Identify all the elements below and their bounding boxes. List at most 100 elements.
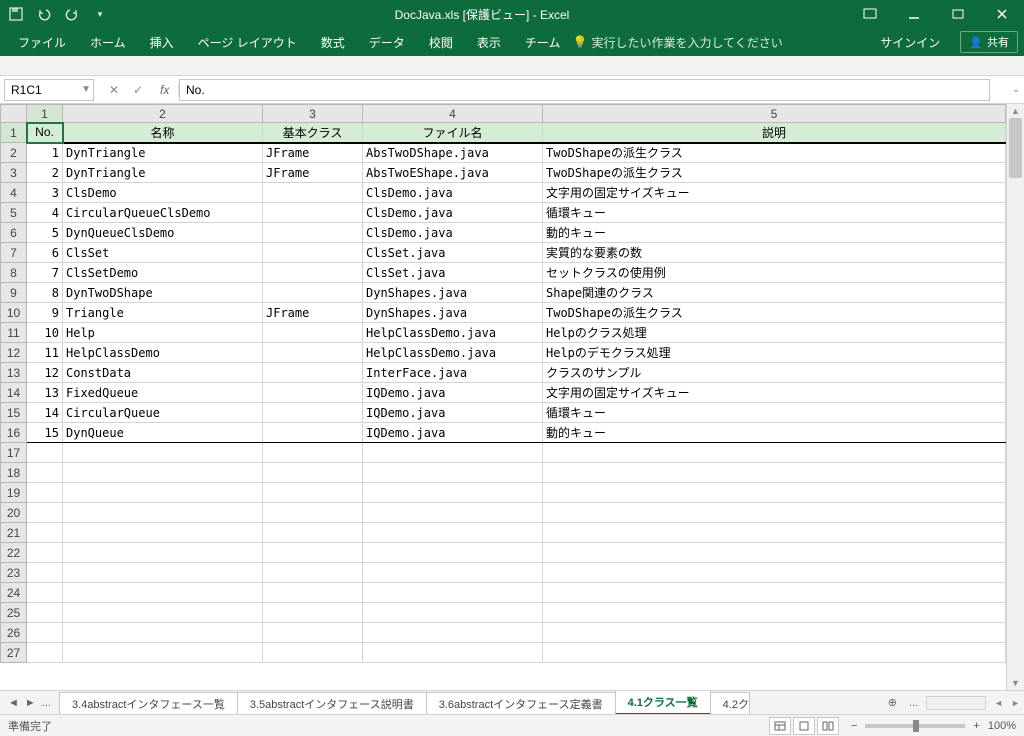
expand-formula-icon[interactable]: ⌄ <box>1008 84 1024 95</box>
cell[interactable]: 動的キュー <box>543 223 1006 243</box>
share-button[interactable]: 👤 共有 <box>960 31 1018 53</box>
row-header[interactable]: 25 <box>1 603 27 623</box>
cell[interactable]: DynTwoDShape <box>63 283 263 303</box>
cell[interactable] <box>263 523 363 543</box>
cell[interactable] <box>63 563 263 583</box>
row-header[interactable]: 22 <box>1 543 27 563</box>
tab-review[interactable]: 校閲 <box>417 28 465 56</box>
cell[interactable]: 13 <box>27 383 63 403</box>
cell[interactable]: 3 <box>27 183 63 203</box>
cell[interactable]: Triangle <box>63 303 263 323</box>
tab-page-layout[interactable]: ページ レイアウト <box>186 28 309 56</box>
cell[interactable] <box>543 463 1006 483</box>
cancel-icon[interactable]: ✕ <box>106 83 122 97</box>
cell[interactable] <box>63 583 263 603</box>
zoom-knob[interactable] <box>913 720 919 732</box>
cell[interactable]: DynTriangle <box>63 143 263 163</box>
cell[interactable]: CircularQueueClsDemo <box>63 203 263 223</box>
row-header[interactable]: 9 <box>1 283 27 303</box>
view-page-layout-icon[interactable] <box>793 717 815 735</box>
row-header[interactable]: 7 <box>1 243 27 263</box>
cell[interactable]: Helpのクラス処理 <box>543 323 1006 343</box>
cell[interactable] <box>363 523 543 543</box>
undo-icon[interactable] <box>36 6 52 22</box>
tab-home[interactable]: ホーム <box>78 28 138 56</box>
cell[interactable]: 2 <box>27 163 63 183</box>
cell[interactable]: 名称 <box>63 123 263 143</box>
cell[interactable]: HelpClassDemo.java <box>363 343 543 363</box>
cell[interactable]: セットクラスの使用例 <box>543 263 1006 283</box>
tell-me-search[interactable]: 💡 実行したい作業を入力してください <box>572 34 782 51</box>
cell[interactable] <box>363 543 543 563</box>
cell[interactable] <box>27 463 63 483</box>
cell[interactable] <box>27 503 63 523</box>
cell[interactable]: 文字用の固定サイズキュー <box>543 383 1006 403</box>
row-header[interactable]: 12 <box>1 343 27 363</box>
cell[interactable]: ClsSetDemo <box>63 263 263 283</box>
cell[interactable]: DynQueueClsDemo <box>63 223 263 243</box>
cell[interactable] <box>263 563 363 583</box>
cell[interactable]: クラスのサンプル <box>543 363 1006 383</box>
cell[interactable] <box>263 363 363 383</box>
row-header[interactable]: 16 <box>1 423 27 443</box>
cell[interactable] <box>263 643 363 663</box>
cell[interactable] <box>263 323 363 343</box>
row-header[interactable]: 19 <box>1 483 27 503</box>
cell[interactable] <box>63 503 263 523</box>
horizontal-scrollbar[interactable] <box>926 696 986 710</box>
cell[interactable]: 循環キュー <box>543 203 1006 223</box>
cell[interactable]: 9 <box>27 303 63 323</box>
cell[interactable]: 5 <box>27 223 63 243</box>
cell[interactable]: Help <box>63 323 263 343</box>
cell[interactable] <box>263 543 363 563</box>
cell[interactable] <box>543 483 1006 503</box>
row-header[interactable]: 5 <box>1 203 27 223</box>
cell[interactable] <box>27 623 63 643</box>
cell[interactable]: 動的キュー <box>543 423 1006 443</box>
row-header[interactable]: 2 <box>1 143 27 163</box>
cell[interactable] <box>543 623 1006 643</box>
cell[interactable] <box>263 223 363 243</box>
cell[interactable]: JFrame <box>263 303 363 323</box>
cell[interactable]: IQDemo.java <box>363 403 543 423</box>
cell[interactable] <box>63 543 263 563</box>
row-header[interactable]: 17 <box>1 443 27 463</box>
tab-formulas[interactable]: 数式 <box>309 28 357 56</box>
cell[interactable] <box>263 463 363 483</box>
cell[interactable]: DynShapes.java <box>363 303 543 323</box>
spreadsheet-grid[interactable]: 1 2 3 4 5 1 No. 名称 基本クラス ファイル名 説明 21DynT… <box>0 104 1006 690</box>
cell[interactable]: DynTriangle <box>63 163 263 183</box>
cell[interactable] <box>263 383 363 403</box>
cell[interactable] <box>543 443 1006 463</box>
scroll-left-icon[interactable]: ◄ <box>990 698 1007 708</box>
row-header[interactable]: 10 <box>1 303 27 323</box>
cell[interactable] <box>263 483 363 503</box>
maximize-icon[interactable] <box>936 0 980 28</box>
cell[interactable]: IQDemo.java <box>363 423 543 443</box>
cell[interactable] <box>263 283 363 303</box>
cell[interactable]: TwoDShapeの派生クラス <box>543 143 1006 163</box>
row-header[interactable]: 27 <box>1 643 27 663</box>
cell[interactable] <box>543 603 1006 623</box>
minimize-icon[interactable] <box>892 0 936 28</box>
col-header[interactable]: 3 <box>263 105 363 123</box>
redo-icon[interactable] <box>64 6 80 22</box>
cell[interactable] <box>543 503 1006 523</box>
cell[interactable] <box>263 203 363 223</box>
cell[interactable]: 10 <box>27 323 63 343</box>
cell[interactable] <box>27 603 63 623</box>
row-header[interactable]: 24 <box>1 583 27 603</box>
cell[interactable] <box>363 603 543 623</box>
row-header[interactable]: 14 <box>1 383 27 403</box>
cell[interactable] <box>363 443 543 463</box>
cell[interactable]: DynQueue <box>63 423 263 443</box>
qat-customize-icon[interactable]: ▾ <box>92 6 108 22</box>
row-header[interactable]: 1 <box>1 123 27 143</box>
enter-icon[interactable]: ✓ <box>130 83 146 97</box>
zoom-in-icon[interactable]: + <box>973 720 979 732</box>
cell[interactable]: HelpClassDemo.java <box>363 323 543 343</box>
row-header[interactable]: 13 <box>1 363 27 383</box>
cell[interactable]: Shape関連のクラス <box>543 283 1006 303</box>
cell[interactable] <box>363 583 543 603</box>
cell[interactable] <box>63 443 263 463</box>
